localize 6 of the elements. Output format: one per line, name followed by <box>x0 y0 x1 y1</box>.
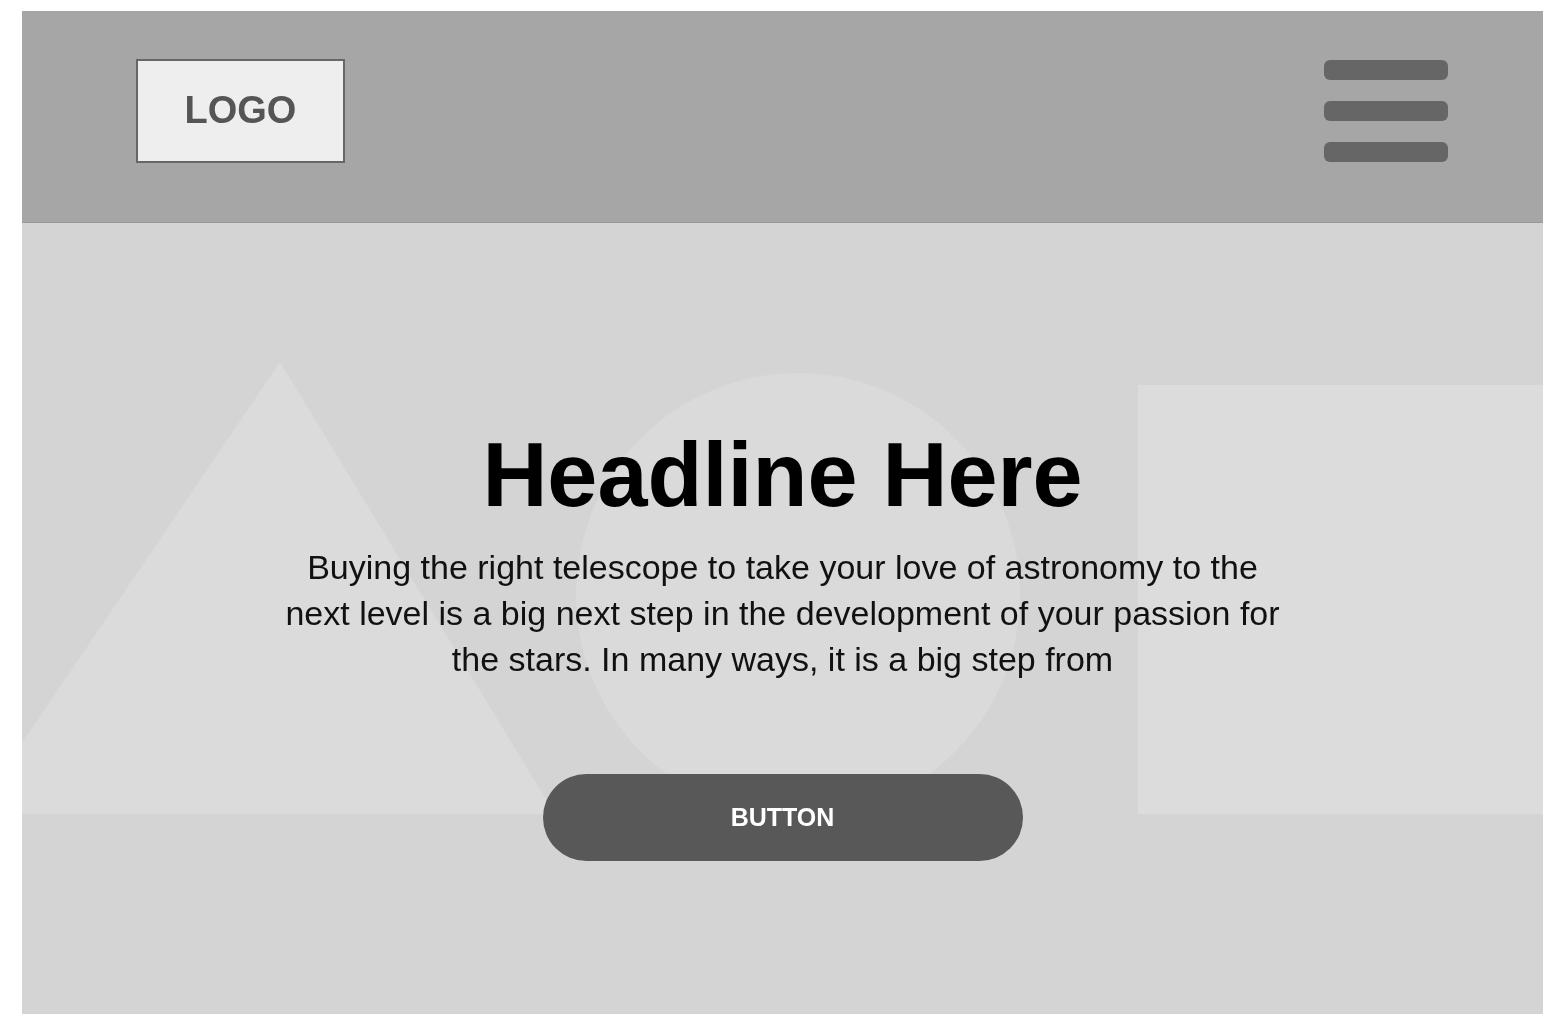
menu-button[interactable] <box>1324 59 1448 162</box>
body-text: Buying the right telescope to take your love of astronomy to the next level is a big next step in the development of your passion for the stars. In many ways, it is a big step from <box>284 547 1281 680</box>
menu-icon <box>1324 59 1448 162</box>
cta-button[interactable]: BUTTON <box>542 774 1023 861</box>
logo-placeholder[interactable]: LOGO <box>136 58 345 163</box>
headline: Headline Here <box>482 424 1083 527</box>
